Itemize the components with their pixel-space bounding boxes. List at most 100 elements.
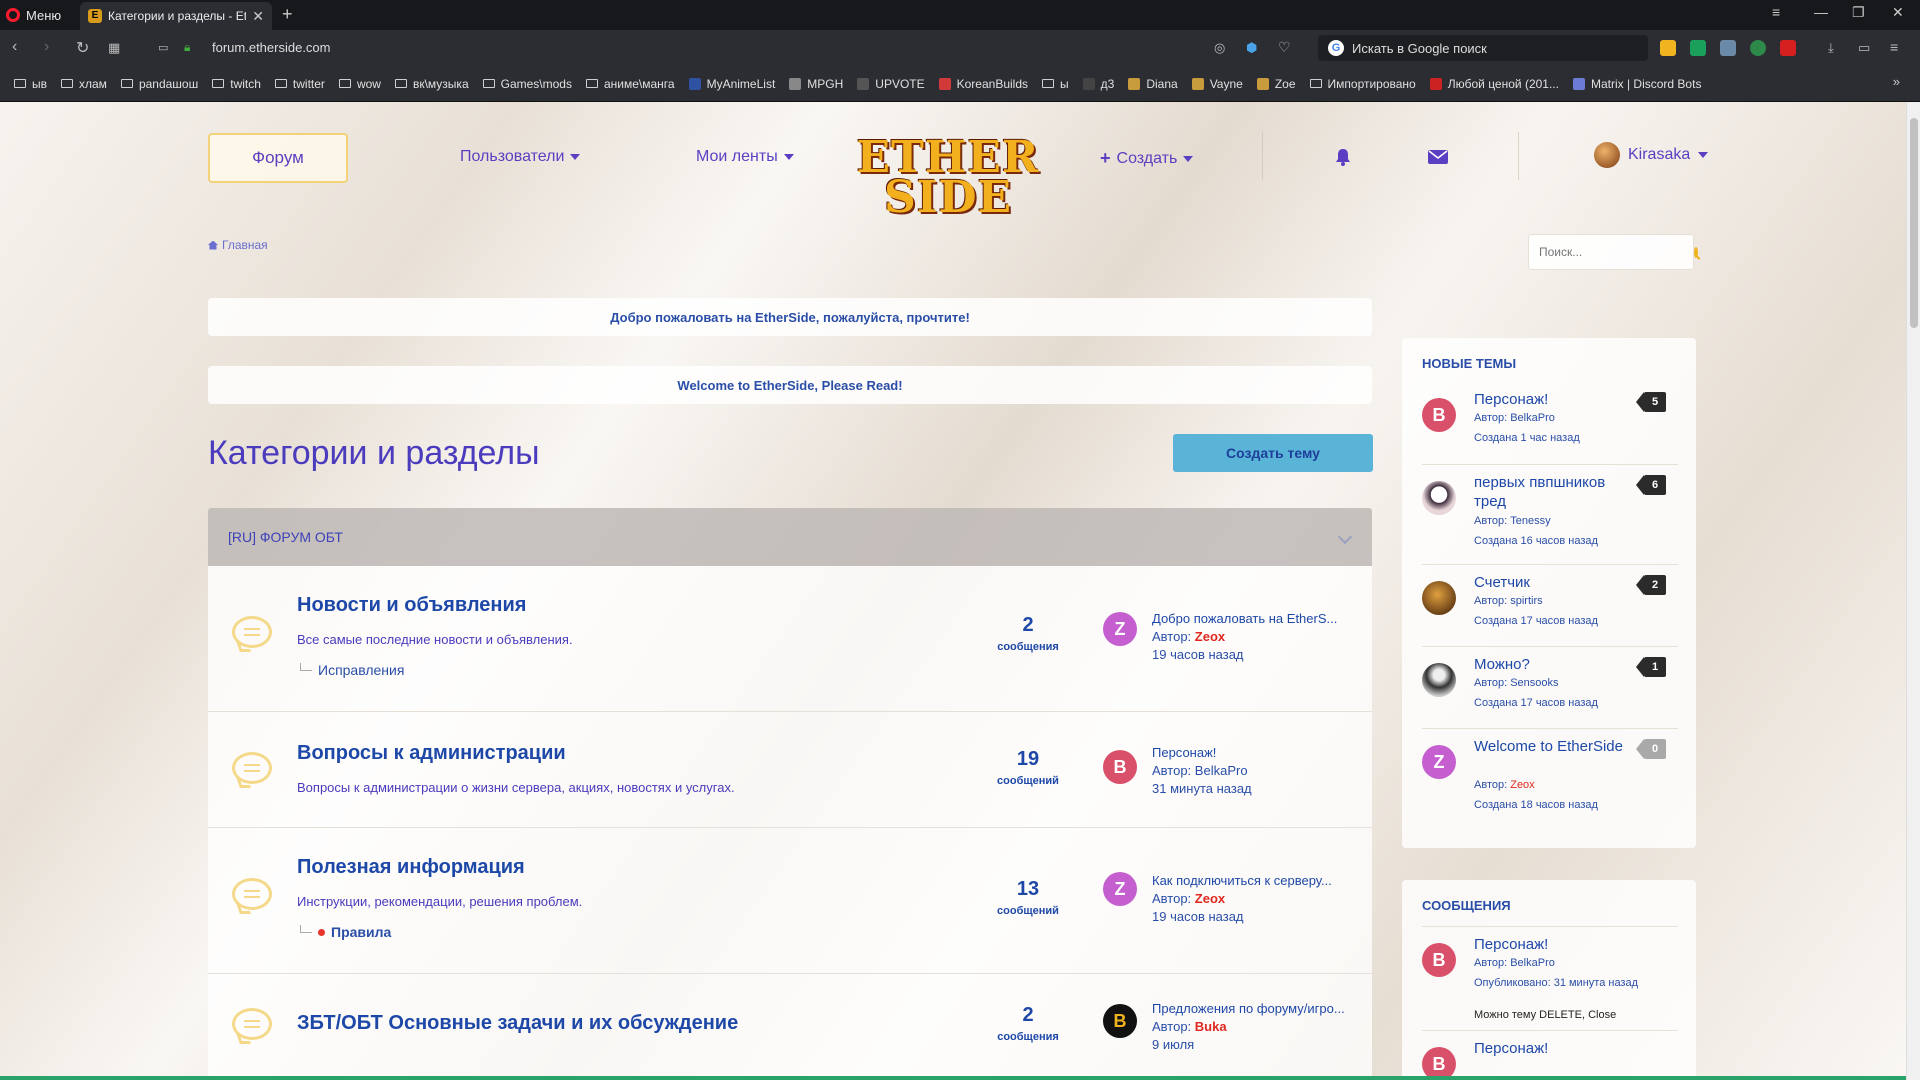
messages-envelope-icon[interactable] [1428,150,1448,164]
tab-menu-icon[interactable]: ≡ [1772,4,1780,20]
chevron-down-icon[interactable] [1337,529,1353,545]
bookmarks-more-icon[interactable]: » [1893,74,1900,89]
bookmark-item[interactable]: аниме\манга [585,77,675,91]
bookmark-item[interactable]: MyAnimeList [688,77,775,91]
url-text[interactable]: forum.etherside.com [212,40,331,55]
topic-title[interactable]: Персонаж! [1474,390,1634,409]
avatar[interactable] [1422,581,1456,615]
scrollbar-thumb[interactable] [1910,118,1918,328]
search-icon[interactable] [1694,246,1698,258]
restore-icon[interactable]: ❐ [1852,4,1865,21]
nav-forum-button[interactable]: Форум [208,133,348,183]
avatar[interactable]: B [1422,398,1456,432]
bookmark-item[interactable]: Любой ценой (201... [1429,77,1559,91]
forward-icon[interactable]: › [44,38,49,56]
snapshot-icon[interactable]: ◎ [1214,40,1225,56]
bookmark-item[interactable]: Diana [1128,77,1178,91]
breadcrumb[interactable]: Главная [208,238,268,252]
nav-users-dropdown[interactable]: Пользователи [460,148,581,166]
avatar[interactable] [1422,481,1456,515]
bookmark-item[interactable]: вк\музыка [394,77,469,91]
battery-icon[interactable]: ▭ [1858,40,1870,56]
bookmark-item[interactable]: UPVOTE [857,77,925,91]
back-icon[interactable]: ‹ [12,38,17,56]
vpn-icon[interactable]: ▭ [158,41,168,54]
google-search-field[interactable]: G Искать в Google поиск [1318,35,1648,61]
subforum-link[interactable]: Исправления [300,662,404,678]
notice-ru[interactable]: Добро пожаловать на EtherSide, пожалуйст… [208,298,1372,336]
nav-create-dropdown[interactable]: + Создать [1100,148,1194,169]
last-post-title[interactable]: Предложения по форуму/игро... [1152,1000,1345,1018]
message-author[interactable]: BelkaPro [1510,957,1555,969]
bookmark-item[interactable]: pandaшош [120,77,198,91]
topic-author[interactable]: spirtirs [1510,595,1542,607]
topic-author[interactable]: Zeox [1510,779,1534,791]
avatar[interactable]: B [1422,943,1456,977]
extension-circle-icon[interactable] [1750,40,1766,56]
forum-title[interactable]: Вопросы к администрации [297,742,566,765]
avatar[interactable]: B [1103,1004,1137,1038]
avatar[interactable]: Z [1103,612,1137,646]
avatar[interactable]: Z [1103,872,1137,906]
bookmark-item[interactable]: Matrix | Discord Bots [1572,77,1701,91]
topic-title[interactable]: Welcome to EtherSide [1474,737,1634,756]
bookmark-item[interactable]: MPGH [789,77,843,91]
bookmark-item[interactable]: KoreanBuilds [938,77,1028,91]
last-post-author[interactable]: Zeox [1195,891,1225,906]
close-window-icon[interactable]: ✕ [1892,4,1904,21]
search-input[interactable] [1539,245,1694,259]
forum-title[interactable]: Новости и объявления [297,594,526,617]
etherside-logo[interactable]: ETHER SIDE [857,128,1039,228]
subforum-link[interactable]: Правила [300,924,391,940]
extension-notes-icon[interactable] [1660,40,1676,56]
topic-author[interactable]: BelkaPro [1510,412,1555,424]
page-scrollbar[interactable] [1906,102,1920,1080]
forum-search[interactable] [1528,234,1698,270]
adblock-icon[interactable]: ⬢ [1246,40,1257,56]
message-topic-title[interactable]: Персонаж! [1474,935,1634,954]
last-post-title[interactable]: Как подключиться к серверу... [1152,872,1332,890]
bookmark-item[interactable]: Vayne [1191,77,1243,91]
topic-title[interactable]: первых пвпшников тред [1474,473,1634,511]
user-menu[interactable]: Kirasaka [1594,142,1709,168]
bookmark-item[interactable]: Games\mods [482,77,572,91]
notice-en[interactable]: Welcome to EtherSide, Please Read! [208,366,1372,404]
topic-title[interactable]: Можно? [1474,655,1634,674]
topic-author[interactable]: Sensooks [1510,677,1558,689]
forum-title[interactable]: ЗБТ/ОБТ Основные задачи и их обсуждение [297,1012,738,1035]
last-post-author[interactable]: BelkaPro [1195,763,1248,778]
nav-feeds-dropdown[interactable]: Мои ленты [696,148,794,166]
extension-sheets-icon[interactable] [1690,40,1706,56]
minimize-icon[interactable]: — [1814,4,1828,20]
bookmark-item[interactable]: twitter [274,77,325,91]
bookmark-item[interactable]: д3 [1082,77,1114,91]
bookmark-item[interactable]: wow [338,77,381,91]
notifications-bell-icon[interactable] [1335,148,1351,166]
extension-red-icon[interactable] [1780,40,1796,56]
browser-tab-active[interactable]: E Категории и разделы - Eth ✕ [80,2,272,30]
category-header[interactable]: [RU] ФОРУМ ОБТ [208,508,1372,566]
message-topic-title[interactable]: Персонаж! [1474,1039,1634,1058]
speed-dial-icon[interactable]: ▦ [108,40,120,56]
avatar[interactable]: B [1103,750,1137,784]
download-icon[interactable]: ⤓ [1828,40,1834,56]
avatar[interactable]: Z [1422,745,1456,779]
last-post-title[interactable]: Персонаж! [1152,744,1252,762]
bookmark-item[interactable]: Импортировано [1309,77,1416,91]
bookmark-item[interactable]: хлам [61,77,107,91]
last-post-title[interactable]: Добро пожаловать на EtherS... [1152,610,1337,628]
lock-icon[interactable]: 🔒︎ [184,40,190,55]
reload-icon[interactable]: ↻ [76,38,89,58]
create-topic-button[interactable]: Создать тему [1173,434,1373,472]
bookmark-item[interactable]: Zoe [1256,77,1296,91]
topic-author[interactable]: Tenessy [1510,515,1550,527]
easy-setup-icon[interactable]: ≡ [1890,39,1898,55]
avatar[interactable] [1422,663,1456,697]
last-post-author[interactable]: Zeox [1195,629,1225,644]
bookmark-item[interactable]: twitch [212,77,261,91]
extension-grid-icon[interactable] [1720,40,1736,56]
tab-close-icon[interactable]: ✕ [252,8,264,25]
forum-title[interactable]: Полезная информация [297,856,525,879]
bookmark-item[interactable]: ы [1042,77,1069,91]
topic-title[interactable]: Счетчик [1474,573,1634,592]
